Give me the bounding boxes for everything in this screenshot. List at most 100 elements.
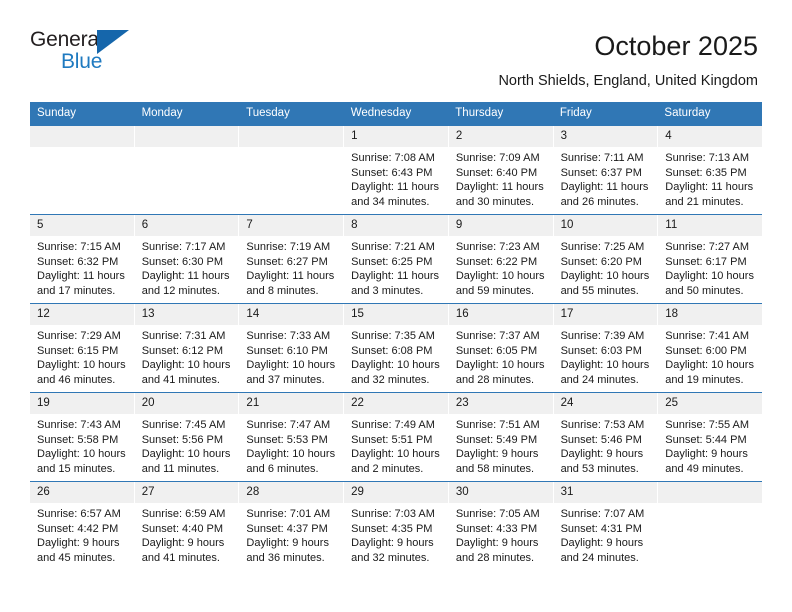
sunrise-text: Sunrise: 7:03 AM [351, 508, 435, 520]
sunset-text: Sunset: 6:35 PM [665, 166, 747, 179]
daylight-text: Daylight: 9 hours [351, 537, 434, 550]
calendar-day-cell[interactable]: 24 Sunrise: 7:53 AM Sunset: 5:46 PM Dayligh… [553, 393, 658, 481]
sunrise-text: Sunrise: 7:49 AM [351, 419, 435, 431]
sunset-text: Sunset: 5:56 PM [141, 433, 224, 446]
daylight-text: Daylight: 10 hours [665, 270, 754, 283]
daylight-text: Daylight: 11 hours [141, 270, 230, 283]
daylight-text: and 32 minutes. [351, 373, 430, 386]
calendar-day-cell[interactable]: 25 Sunrise: 7:55 AM Sunset: 5:44 PM Dayligh… [658, 393, 762, 481]
calendar-day-cell[interactable]: 7 Sunrise: 7:19 AM Sunset: 6:27 PM Daylight… [239, 215, 344, 303]
calendar-day-cell[interactable]: 31 Sunrise: 7:07 AM Sunset: 4:31 PM Dayligh… [553, 482, 658, 570]
calendar-day-cell[interactable]: 28 Sunrise: 7:01 AM Sunset: 4:37 PM Dayligh… [239, 482, 344, 570]
day-detail-lines: Sunrise: 7:37 AM Sunset: 6:05 PM Daylight:… [449, 325, 553, 387]
day-detail-lines: Sunrise: 7:08 AM Sunset: 6:43 PM Daylight:… [344, 147, 448, 209]
weekday-header-saturday: Saturday [664, 107, 711, 119]
sunrise-text: Sunrise: 7:41 AM [665, 330, 750, 342]
sunrise-text: Sunrise: 7:23 AM [455, 241, 540, 253]
calendar-day-cell[interactable]: 13 Sunrise: 7:31 AM Sunset: 6:12 PM Dayligh… [134, 304, 239, 392]
weekday-header-friday: Friday [559, 107, 592, 119]
weekday-header-row: Sunday Monday Tuesday Wednesday Thursday Frid… [30, 102, 762, 126]
daylight-text: Daylight: 10 hours [37, 359, 126, 372]
day-number: 7 [239, 215, 344, 236]
day-detail-lines: Sunrise: 7:19 AM Sunset: 6:27 PM Daylight:… [239, 236, 343, 298]
day-number: 31 [553, 482, 658, 503]
calendar-day-cell[interactable]: 18 Sunrise: 7:41 AM Sunset: 6:00 PM Dayligh… [658, 304, 762, 392]
calendar-day-cell[interactable]: 16 Sunrise: 7:37 AM Sunset: 6:05 PM Dayligh… [448, 304, 553, 392]
calendar-day-cell[interactable]: 1 Sunrise: 7:08 AM Sunset: 6:43 PM Daylight… [344, 126, 448, 214]
sunset-text: Sunset: 6:43 PM [351, 166, 433, 179]
day-detail-lines: Sunrise: 7:47 AM Sunset: 5:53 PM Daylight:… [239, 414, 343, 476]
sunset-text: Sunset: 5:51 PM [351, 433, 433, 446]
daylight-text: Daylight: 10 hours [351, 448, 440, 461]
day-number: 3 [553, 126, 658, 147]
day-number: 1 [344, 126, 448, 147]
day-detail-lines: Sunrise: 7:31 AM Sunset: 6:12 PM Daylight:… [135, 325, 239, 387]
sunrise-text: Sunrise: 7:01 AM [246, 508, 331, 520]
daylight-text: Daylight: 9 hours [455, 537, 539, 550]
calendar-day-cell-empty [239, 126, 344, 214]
sunset-text: Sunset: 6:40 PM [455, 166, 538, 179]
sunset-text: Sunset: 6:15 PM [37, 344, 119, 357]
daylight-text: and 8 minutes. [246, 284, 319, 297]
sunrise-text: Sunrise: 7:15 AM [37, 241, 121, 253]
calendar-day-cell[interactable]: 15 Sunrise: 7:35 AM Sunset: 6:08 PM Dayligh… [344, 304, 448, 392]
calendar-week-row: 1 Sunrise: 7:08 AM Sunset: 6:43 PM Daylight… [30, 126, 762, 214]
daylight-text: and 46 minutes. [37, 373, 116, 386]
calendar-day-cell[interactable]: 11 Sunrise: 7:27 AM Sunset: 6:17 PM Dayligh… [658, 215, 762, 303]
day-detail-lines: Sunrise: 7:33 AM Sunset: 6:10 PM Daylight:… [239, 325, 343, 387]
calendar-day-cell[interactable]: 30 Sunrise: 7:05 AM Sunset: 4:33 PM Dayligh… [448, 482, 553, 570]
calendar-day-cell[interactable]: 19 Sunrise: 7:43 AM Sunset: 5:58 PM Dayligh… [30, 393, 134, 481]
calendar-day-cell[interactable]: 17 Sunrise: 7:39 AM Sunset: 6:03 PM Dayligh… [553, 304, 658, 392]
calendar-day-cell[interactable]: 23 Sunrise: 7:51 AM Sunset: 5:49 PM Dayligh… [448, 393, 553, 481]
calendar-week-row: 12 Sunrise: 7:29 AM Sunset: 6:15 PM Dayligh… [30, 303, 762, 392]
sunrise-text: Sunrise: 7:51 AM [455, 419, 540, 431]
daylight-text: Daylight: 10 hours [141, 448, 231, 461]
day-number: 2 [448, 126, 553, 147]
calendar-day-cell[interactable]: 26 Sunrise: 6:57 AM Sunset: 4:42 PM Dayligh… [30, 482, 134, 570]
calendar-day-cell[interactable]: 2 Sunrise: 7:09 AM Sunset: 6:40 PM Daylight… [448, 126, 553, 214]
calendar-week-row: 26 Sunrise: 6:57 AM Sunset: 4:42 PM Dayligh… [30, 481, 762, 570]
calendar-day-cell[interactable]: 21 Sunrise: 7:47 AM Sunset: 5:53 PM Dayligh… [239, 393, 344, 481]
daylight-text: and 17 minutes. [37, 284, 116, 297]
calendar-day-cell[interactable]: 20 Sunrise: 7:45 AM Sunset: 5:56 PM Dayligh… [134, 393, 239, 481]
calendar-day-cell[interactable]: 29 Sunrise: 7:03 AM Sunset: 4:35 PM Dayligh… [344, 482, 448, 570]
daylight-text: Daylight: 9 hours [560, 448, 644, 461]
sunset-text: Sunset: 5:46 PM [560, 433, 642, 446]
calendar-day-cell[interactable]: 22 Sunrise: 7:49 AM Sunset: 5:51 PM Dayligh… [344, 393, 448, 481]
general-blue-logo[interactable]: General Blue [30, 28, 150, 80]
sunrise-text: Sunrise: 6:59 AM [141, 508, 226, 520]
day-number: 5 [30, 215, 134, 236]
calendar-day-cell[interactable]: 14 Sunrise: 7:33 AM Sunset: 6:10 PM Dayligh… [239, 304, 344, 392]
daylight-text: and 45 minutes. [37, 551, 116, 564]
daylight-text: and 50 minutes. [665, 284, 744, 297]
calendar-day-cell[interactable]: 6 Sunrise: 7:17 AM Sunset: 6:30 PM Daylight… [134, 215, 239, 303]
calendar-day-cell[interactable]: 9 Sunrise: 7:23 AM Sunset: 6:22 PM Daylight… [448, 215, 553, 303]
sunset-text: Sunset: 5:49 PM [455, 433, 538, 446]
calendar-day-cell[interactable]: 12 Sunrise: 7:29 AM Sunset: 6:15 PM Dayligh… [30, 304, 134, 392]
sunset-text: Sunset: 6:10 PM [246, 344, 328, 357]
page-header: General Blue October 2025 North Shields,… [0, 0, 792, 91]
sunset-text: Sunset: 4:31 PM [560, 522, 642, 535]
calendar-day-cell[interactable]: 4 Sunrise: 7:13 AM Sunset: 6:35 PM Daylight… [658, 126, 762, 214]
day-detail-lines [239, 147, 343, 151]
daylight-text: Daylight: 11 hours [560, 181, 649, 194]
calendar-day-cell-empty [30, 126, 134, 214]
day-number: 30 [448, 482, 553, 503]
calendar-day-cell[interactable]: 8 Sunrise: 7:21 AM Sunset: 6:25 PM Daylight… [344, 215, 448, 303]
daylight-text: Daylight: 10 hours [37, 448, 126, 461]
calendar-day-cell[interactable]: 3 Sunrise: 7:11 AM Sunset: 6:37 PM Daylight… [553, 126, 658, 214]
calendar-day-cell[interactable]: 27 Sunrise: 6:59 AM Sunset: 4:40 PM Dayligh… [134, 482, 239, 570]
daylight-text: Daylight: 11 hours [351, 181, 439, 194]
sunset-text: Sunset: 6:08 PM [351, 344, 433, 357]
sunset-text: Sunset: 5:53 PM [246, 433, 328, 446]
calendar-day-cell[interactable]: 10 Sunrise: 7:25 AM Sunset: 6:20 PM Dayligh… [553, 215, 658, 303]
sunrise-text: Sunrise: 7:09 AM [455, 152, 540, 164]
day-number: 17 [553, 304, 658, 325]
calendar-page: General Blue October 2025 North Shields,… [0, 0, 792, 612]
calendar-day-cell[interactable]: 5 Sunrise: 7:15 AM Sunset: 6:32 PM Daylight… [30, 215, 134, 303]
day-number: 21 [239, 393, 344, 414]
day-detail-lines: Sunrise: 7:29 AM Sunset: 6:15 PM Daylight:… [30, 325, 134, 387]
title-block: October 2025 North Shields, England, Uni… [498, 28, 758, 91]
sunset-text: Sunset: 6:12 PM [141, 344, 224, 357]
sunrise-text: Sunrise: 7:43 AM [37, 419, 121, 431]
